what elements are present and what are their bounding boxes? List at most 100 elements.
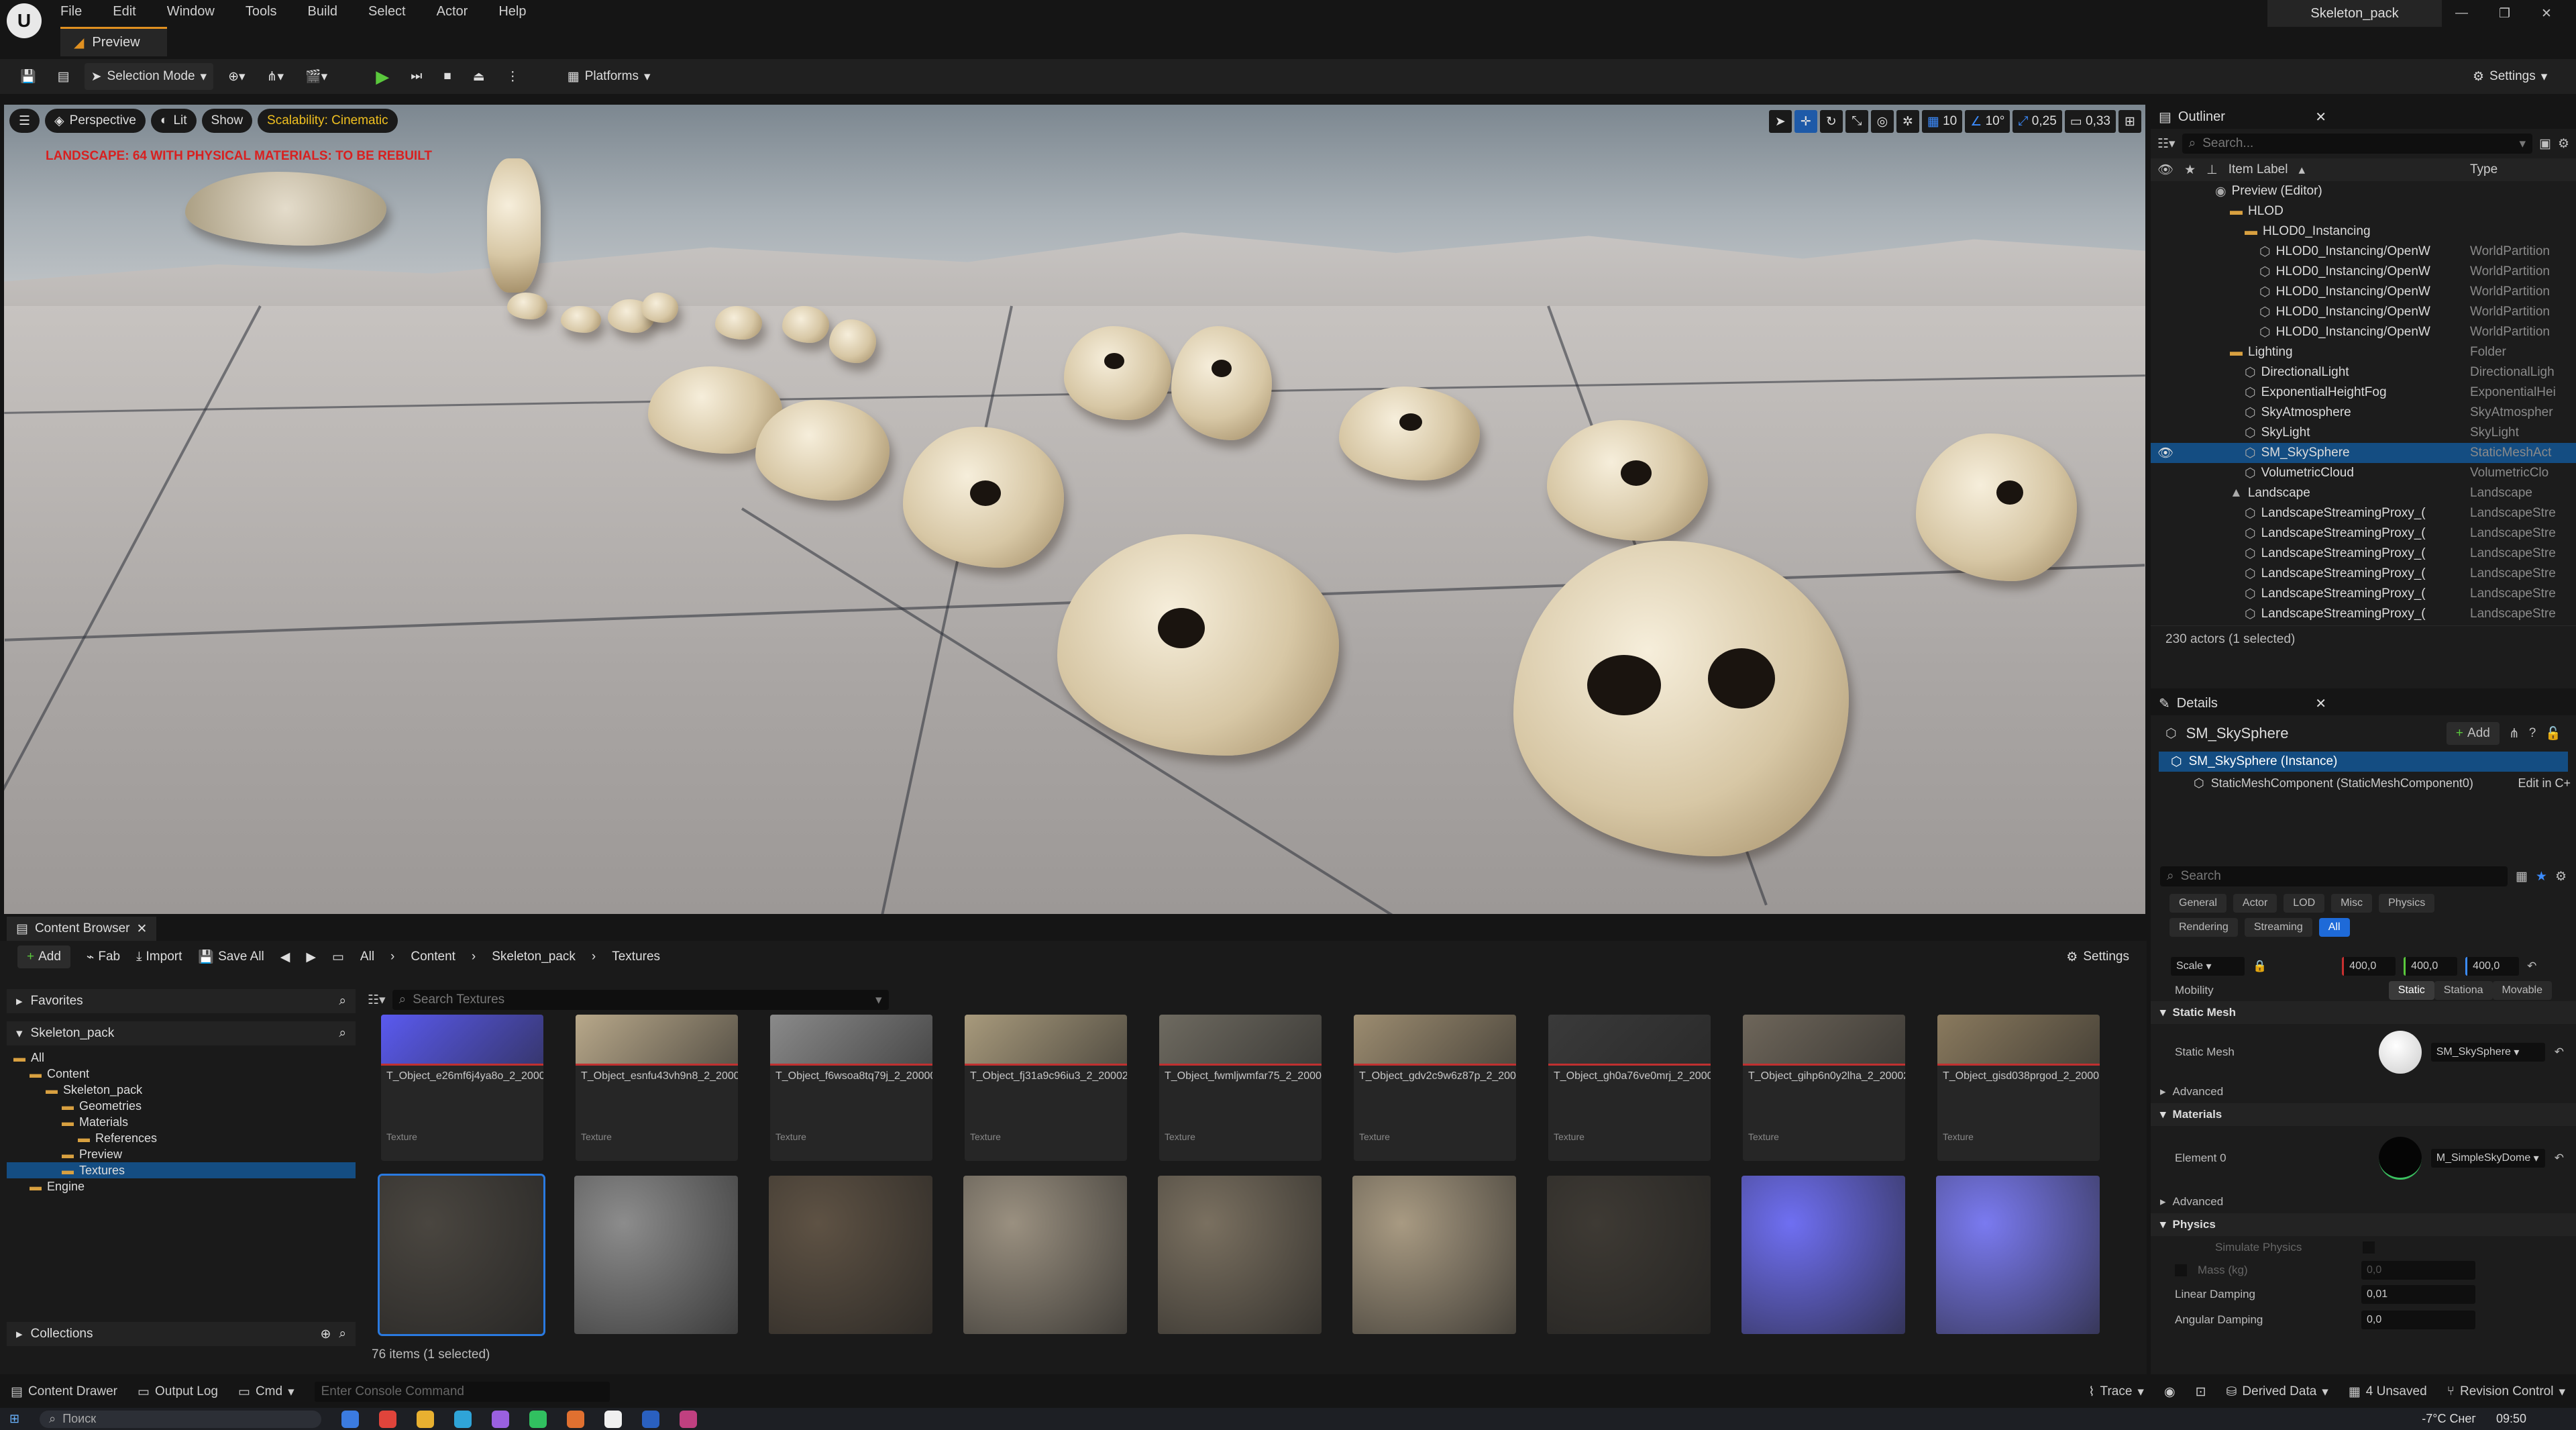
- asset-thumbnail[interactable]: [1936, 1176, 2100, 1334]
- tab-content-browser[interactable]: ▤ Content Browser ✕: [7, 917, 157, 941]
- lock-icon[interactable]: 🔒: [2253, 960, 2267, 973]
- close-icon[interactable]: ✕: [2315, 109, 2326, 125]
- asset-search-input[interactable]: ⌕ Search Textures ▾: [392, 990, 889, 1010]
- visibility-icon[interactable]: 👁: [2157, 162, 2174, 178]
- trace-button[interactable]: ⌇ Trace ▾: [2088, 1384, 2144, 1400]
- content-drawer-button[interactable]: ▤ Content Drawer: [11, 1384, 117, 1400]
- favorites-row[interactable]: ▸ Favorites ⌕: [7, 989, 356, 1013]
- folder-tree-item[interactable]: ▬ Materials: [7, 1114, 356, 1130]
- skull-mesh[interactable]: [829, 319, 876, 363]
- simulate-physics-checkbox[interactable]: [2363, 1241, 2375, 1254]
- cb-settings-button[interactable]: ⚙ Settings: [2066, 950, 2129, 965]
- skull-mesh[interactable]: [782, 306, 829, 343]
- browse-icon[interactable]: ▤: [51, 63, 76, 90]
- physics-section[interactable]: ▾ Physics: [2151, 1213, 2576, 1236]
- search-icon[interactable]: ⌕: [339, 1327, 346, 1341]
- menu-tools[interactable]: Tools: [246, 4, 277, 19]
- pin-icon[interactable]: ⊥: [2206, 162, 2218, 178]
- breadcrumb-all[interactable]: All: [360, 950, 374, 964]
- filter-streaming[interactable]: Streaming: [2244, 918, 2312, 937]
- filter-general[interactable]: General: [2169, 894, 2226, 913]
- reset-icon[interactable]: ↶: [2555, 1152, 2564, 1165]
- taskbar-search[interactable]: ⌕ Поиск: [40, 1410, 322, 1428]
- settings-button[interactable]: ⚙ Settings ▾: [2466, 63, 2554, 90]
- weather-widget[interactable]: -7°C Снег: [2422, 1412, 2476, 1426]
- outliner-row[interactable]: ▬ HLOD: [2151, 201, 2576, 221]
- menu-window[interactable]: Window: [167, 4, 215, 19]
- close-icon[interactable]: ✕: [136, 921, 147, 937]
- details-search-input[interactable]: ⌕ Search: [2160, 866, 2508, 886]
- skull-mesh[interactable]: [1171, 326, 1272, 440]
- move-tool-icon[interactable]: ✛: [1794, 110, 1817, 133]
- material-thumbnail[interactable]: [2378, 1137, 2422, 1180]
- camera-icon[interactable]: ⊡: [2196, 1384, 2206, 1400]
- save-all-button[interactable]: 💾 Save All: [198, 949, 264, 965]
- add-actor-icon[interactable]: ⊕▾: [221, 63, 252, 90]
- folder-tree-item[interactable]: ▬ Preview: [7, 1146, 356, 1162]
- asset-tile[interactable]: T_Object_gisd038prgod_2_200027_Tex Textur…: [1937, 1015, 2100, 1161]
- lock-icon[interactable]: 🔓: [2545, 725, 2561, 742]
- advanced-row[interactable]: ▸ Advanced: [2151, 1080, 2576, 1103]
- maximize-icon[interactable]: ❐: [2499, 6, 2510, 21]
- skull-mesh[interactable]: [1339, 387, 1480, 480]
- visibility-icon[interactable]: 👁: [2157, 445, 2174, 461]
- close-window-icon[interactable]: ✕: [2541, 6, 2552, 21]
- gear-icon[interactable]: ⚙: [2555, 869, 2567, 884]
- edit-in-cpp-link[interactable]: Edit in C+: [2518, 776, 2571, 790]
- console-input[interactable]: Enter Console Command: [314, 1382, 610, 1402]
- menu-select[interactable]: Select: [368, 4, 406, 19]
- folder-tree-item[interactable]: ▬ All: [7, 1050, 356, 1066]
- rotation-snap-toggle[interactable]: ∠ 10°: [1965, 110, 2010, 133]
- gear-icon[interactable]: ⚙: [2558, 136, 2569, 152]
- close-icon[interactable]: ✕: [2315, 695, 2326, 712]
- scale-snap-toggle[interactable]: ⤢ 0,25: [2012, 110, 2062, 133]
- add-component-button[interactable]: + Add: [2446, 722, 2500, 745]
- asset-tile[interactable]: T_Object_fj31a9c96iu3_2_200027_Tex Textur…: [965, 1015, 1127, 1161]
- filter-icon[interactable]: ☷▾: [368, 992, 386, 1008]
- outliner-row[interactable]: ⬡ LandscapeStreamingProxy_(LandscapeStre: [2151, 544, 2576, 564]
- filter-misc[interactable]: Misc: [2331, 894, 2373, 913]
- folder-tree-item[interactable]: ▬ References: [7, 1130, 356, 1146]
- clock[interactable]: 09:50: [2496, 1412, 2526, 1426]
- asset-tile[interactable]: T_Object_gdv2c9w6z87p_2_200027_Tex Textur…: [1354, 1015, 1516, 1161]
- asset-thumbnail[interactable]: [769, 1176, 932, 1334]
- menu-file[interactable]: File: [60, 4, 82, 19]
- outliner-row[interactable]: ⬡ LandscapeStreamingProxy_(LandscapeStre: [2151, 604, 2576, 624]
- folder-tree-item[interactable]: ▬ Skeleton_pack: [7, 1082, 356, 1098]
- unreal-logo-icon[interactable]: U: [7, 3, 42, 38]
- filter-lod[interactable]: LOD: [2284, 894, 2325, 913]
- scale-y-input[interactable]: 400,0: [2404, 957, 2458, 976]
- lit-button[interactable]: ◐ Lit: [150, 109, 197, 133]
- scale-z-input[interactable]: 400,0: [2465, 957, 2520, 976]
- cinematics-icon[interactable]: 🎬▾: [299, 63, 334, 90]
- fab-button[interactable]: ⌁ Fab: [87, 950, 120, 965]
- outliner-row[interactable]: ▬ Lighting Folder: [2151, 342, 2576, 362]
- skull-mesh[interactable]: [1547, 420, 1708, 541]
- filter-physics[interactable]: Physics: [2379, 894, 2435, 913]
- world-space-icon[interactable]: ◎: [1870, 110, 1894, 133]
- mobility-movable[interactable]: Movable: [2492, 981, 2552, 1000]
- filter-all[interactable]: All: [2318, 918, 2350, 937]
- outliner-row[interactable]: ⬡ HLOD0_Instancing/OpenW WorldPartition: [2151, 322, 2576, 342]
- asset-tile[interactable]: T_Object_gh0a76ve0mrj_2_200000_Tex Textur…: [1548, 1015, 1711, 1161]
- outliner-row[interactable]: ⬡ HLOD0_Instancing/OpenW WorldPartition: [2151, 242, 2576, 262]
- asset-thumbnail[interactable]: [1547, 1176, 1711, 1334]
- outliner-row[interactable]: ⬡ SkyLight SkyLight: [2151, 423, 2576, 443]
- back-icon[interactable]: ◀: [280, 950, 290, 965]
- table-view-icon[interactable]: ▦: [2516, 869, 2528, 884]
- scalability-button[interactable]: Scalability: Cinematic: [258, 109, 398, 133]
- surface-snap-icon[interactable]: ✲: [1896, 110, 1919, 133]
- play-icon[interactable]: ▶: [369, 63, 396, 90]
- forward-icon[interactable]: ▶: [306, 950, 316, 965]
- breadcrumb-content[interactable]: Content: [411, 950, 455, 964]
- search-icon[interactable]: ⌕: [339, 1026, 346, 1041]
- rotate-tool-icon[interactable]: ↻: [1819, 110, 1843, 133]
- show-button[interactable]: Show: [201, 109, 253, 133]
- selection-mode-dropdown[interactable]: ➤ Selection Mode ▾: [84, 63, 214, 90]
- component-row[interactable]: ⬡ StaticMeshComponent (StaticMeshComponen…: [2151, 772, 2576, 795]
- menu-edit[interactable]: Edit: [113, 4, 136, 19]
- skull-mesh[interactable]: [1064, 326, 1171, 420]
- add-button[interactable]: + Add: [17, 946, 70, 968]
- app-icon[interactable]: [529, 1410, 547, 1428]
- revision-control-button[interactable]: ⑂ Revision Control ▾: [2447, 1384, 2565, 1400]
